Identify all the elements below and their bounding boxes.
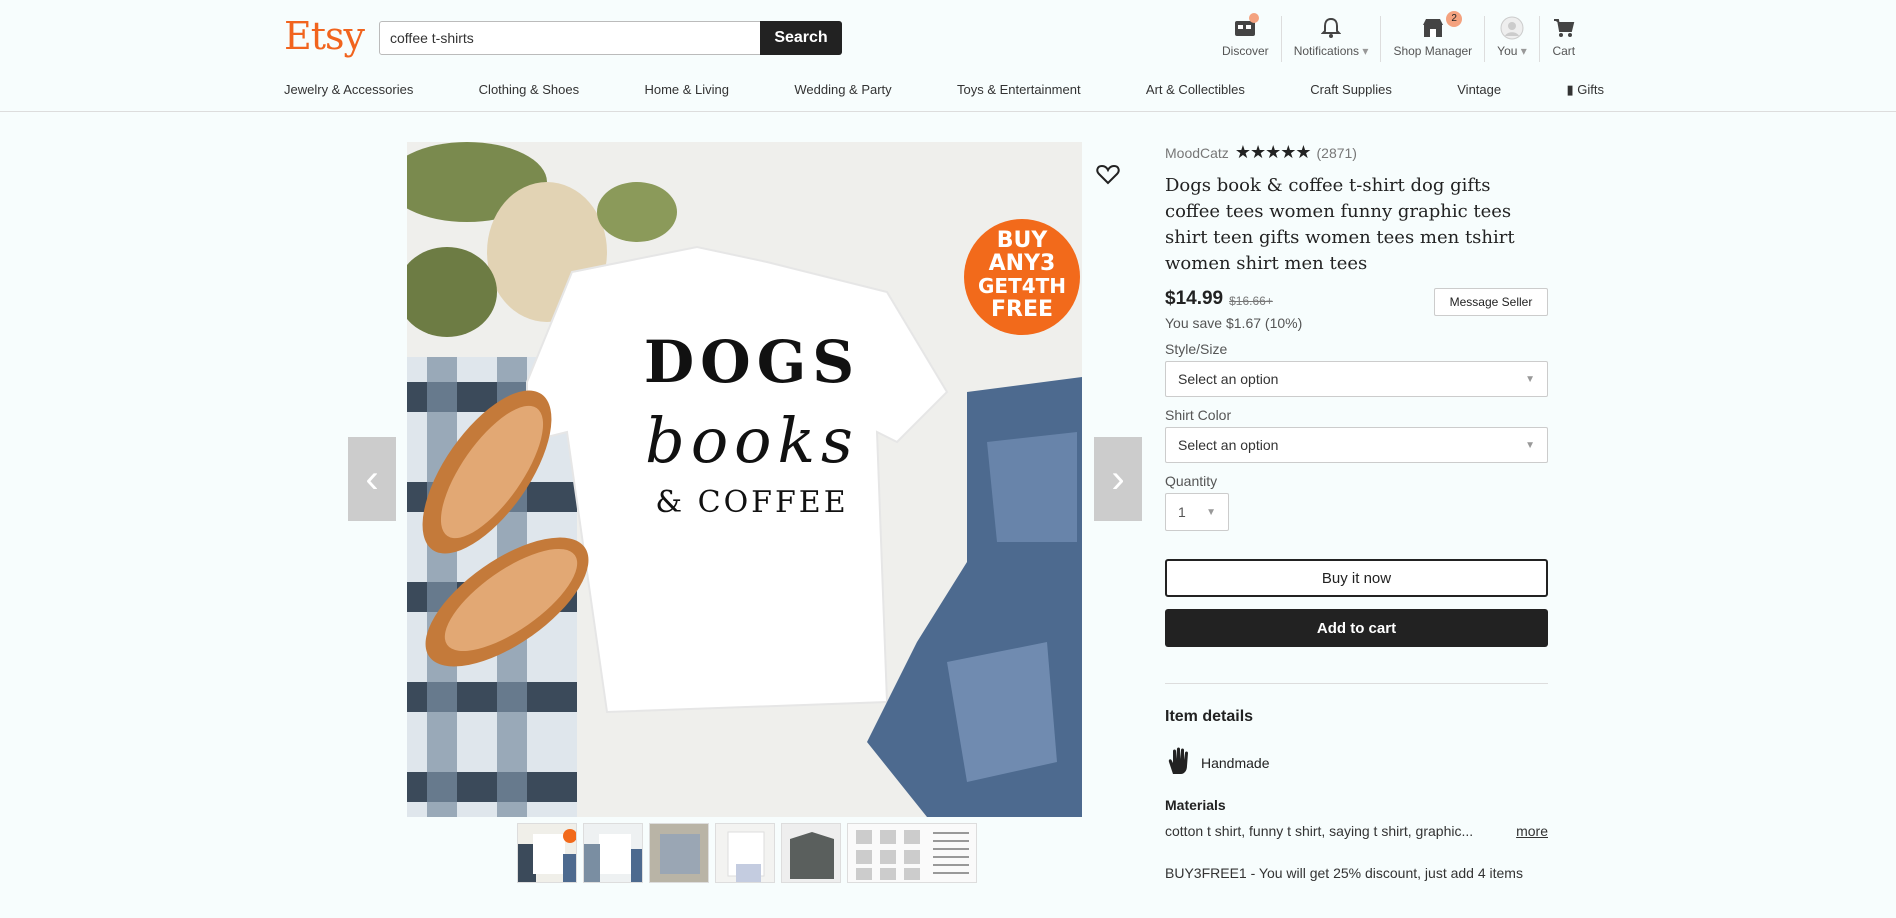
- nav-you-label: You ▾: [1497, 44, 1527, 58]
- category-nav: Jewelry & Accessories Clothing & Shoes H…: [284, 82, 1604, 98]
- quantity-select[interactable]: 1 ▼: [1165, 493, 1229, 531]
- thumbnail-4[interactable]: [715, 823, 775, 883]
- search-bar: Search: [379, 21, 842, 55]
- nav-notifications[interactable]: Notifications ▾: [1282, 16, 1382, 62]
- chevron-down-icon: ▼: [1206, 506, 1216, 518]
- category-wedding[interactable]: Wedding & Party: [794, 82, 891, 98]
- caret-down-icon: ▾: [1362, 44, 1369, 58]
- divider: [1165, 683, 1548, 684]
- category-craft[interactable]: Craft Supplies: [1310, 82, 1392, 98]
- bell-icon: [1319, 16, 1343, 40]
- thumbnail-2[interactable]: [583, 823, 643, 883]
- nav-shop-manager-label: Shop Manager: [1393, 44, 1473, 58]
- chevron-left-icon: ‹: [365, 456, 379, 501]
- handmade-label: Handmade: [1201, 754, 1270, 771]
- listing-title: Dogs book & coffee t-shirt dog gifts cof…: [1165, 175, 1515, 274]
- nav-discover-label: Discover: [1222, 44, 1269, 58]
- thumbnail-1[interactable]: [517, 823, 577, 883]
- avatar: [1500, 16, 1524, 40]
- listing-panel: MoodCatz ★★★★★ (2871) Dogs book & coffee…: [1165, 142, 1548, 881]
- item-details-heading: Item details: [1165, 708, 1254, 725]
- header-nav: Discover Notifications ▾ 2 Shop Manager …: [1210, 11, 1588, 62]
- rating-stars-icon: ★★★★★: [1234, 142, 1312, 162]
- site-header: Etsy Search Discover Notifications ▾ 2 S…: [0, 0, 1896, 112]
- category-art[interactable]: Art & Collectibles: [1146, 82, 1245, 98]
- chevron-down-icon: ▼: [1525, 439, 1535, 451]
- color-label: Shirt Color: [1165, 407, 1232, 423]
- category-clothing[interactable]: Clothing & Shoes: [479, 82, 579, 98]
- search-input[interactable]: [380, 22, 760, 54]
- next-image-button[interactable]: ›: [1094, 437, 1142, 521]
- chevron-down-icon: ▼: [1525, 373, 1535, 385]
- caret-down-icon: ▾: [1520, 44, 1527, 58]
- original-price: $16.66+: [1229, 294, 1273, 308]
- gift-icon: ▮: [1566, 82, 1574, 97]
- shirt-text-dogs: DOGS: [644, 328, 860, 396]
- nav-cart-label: Cart: [1552, 44, 1576, 58]
- prev-image-button[interactable]: ‹: [348, 437, 396, 521]
- shirt-text-books: books: [645, 404, 859, 477]
- style-select-value: Select an option: [1178, 371, 1279, 387]
- nav-discover[interactable]: Discover: [1210, 13, 1282, 62]
- etsy-logo[interactable]: Etsy: [284, 14, 365, 58]
- review-count[interactable]: (2871): [1317, 145, 1357, 161]
- category-toys[interactable]: Toys & Entertainment: [957, 82, 1081, 98]
- category-vintage[interactable]: Vintage: [1457, 82, 1501, 98]
- color-select[interactable]: Select an option ▼: [1165, 427, 1548, 463]
- shop-name-link[interactable]: MoodCatz: [1165, 145, 1229, 161]
- category-jewelry[interactable]: Jewelry & Accessories: [284, 82, 413, 98]
- color-select-value: Select an option: [1178, 437, 1279, 453]
- promo-text: BUY3FREE1 - You will get 25% discount, j…: [1165, 865, 1523, 881]
- shop-manager-badge: 2: [1446, 11, 1463, 27]
- message-seller-button[interactable]: Message Seller: [1434, 288, 1548, 316]
- favorite-heart-icon[interactable]: [1096, 162, 1120, 186]
- promo-badge-line1: BUY: [997, 228, 1049, 253]
- savings-text: You save $1.67 (10%): [1165, 315, 1303, 331]
- shirt-text-coffee: & COFFEE: [655, 485, 848, 520]
- style-label: Style/Size: [1165, 341, 1228, 357]
- main-product-image: DOGS books & COFFEE BUY ANY3 GET4TH FREE: [407, 142, 1082, 817]
- search-button[interactable]: Search: [760, 21, 842, 55]
- category-home[interactable]: Home & Living: [644, 82, 729, 98]
- materials-heading: Materials: [1165, 797, 1226, 813]
- materials-row: cotton t shirt, funny t shirt, saying t …: [1165, 823, 1548, 839]
- nav-shop-manager[interactable]: 2 Shop Manager: [1381, 11, 1486, 62]
- current-price: $14.99: [1165, 288, 1224, 309]
- nav-cart[interactable]: Cart: [1540, 16, 1588, 62]
- handmade-row: Handmade: [1165, 746, 1548, 779]
- thumbnail-3[interactable]: [649, 823, 709, 883]
- thumbnail-5[interactable]: [781, 823, 841, 883]
- nav-notifications-label: Notifications ▾: [1293, 44, 1369, 58]
- buy-now-button[interactable]: Buy it now: [1165, 559, 1548, 597]
- promo-badge-line4: FREE: [991, 297, 1053, 322]
- materials-more-link[interactable]: more: [1516, 823, 1548, 839]
- quantity-value: 1: [1178, 504, 1186, 520]
- thumbnail-6[interactable]: [847, 823, 977, 883]
- nav-you[interactable]: You ▾: [1485, 16, 1540, 62]
- category-gifts[interactable]: ▮ Gifts: [1566, 82, 1604, 98]
- materials-text: cotton t shirt, funny t shirt, saying t …: [1165, 823, 1474, 839]
- thumbnail-strip: [517, 823, 977, 883]
- price-row: $14.99 $16.66+ Message Seller: [1165, 287, 1548, 316]
- promo-badge-line2: ANY3: [989, 251, 1056, 276]
- style-select[interactable]: Select an option ▼: [1165, 361, 1548, 397]
- quantity-label: Quantity: [1165, 473, 1218, 489]
- add-to-cart-button[interactable]: Add to cart: [1165, 609, 1548, 647]
- shop-icon: [1421, 16, 1445, 40]
- cart-icon: [1552, 16, 1576, 40]
- hand-icon: [1165, 746, 1193, 779]
- chevron-right-icon: ›: [1111, 456, 1125, 501]
- shop-info: MoodCatz ★★★★★ (2871): [1165, 142, 1548, 163]
- promo-badge-line3: GET4TH: [978, 274, 1066, 298]
- discover-dot: [1248, 13, 1259, 23]
